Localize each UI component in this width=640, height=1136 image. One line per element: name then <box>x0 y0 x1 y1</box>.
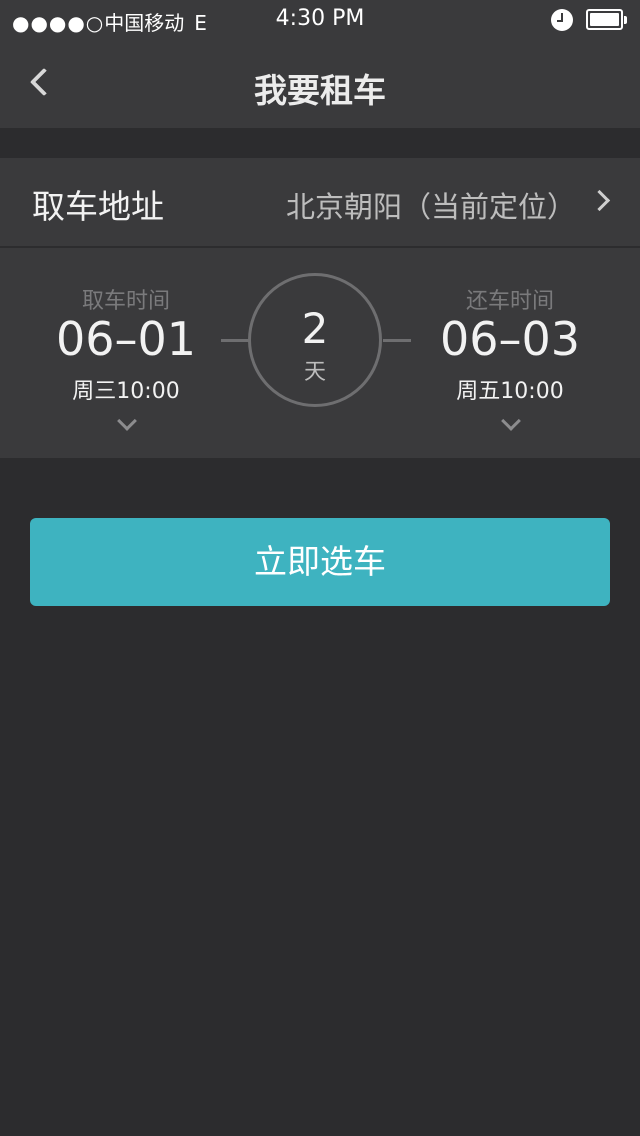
return-time-selector[interactable]: 还车时间 06–03 周五10:00 <box>390 248 630 458</box>
battery-full-icon <box>586 9 627 30</box>
return-date: 06–03 <box>439 312 581 366</box>
return-day-time: 周五10:00 <box>456 379 564 404</box>
pickup-address-label: 取车地址 <box>32 187 164 226</box>
status-time: 4:30 PM <box>275 6 365 31</box>
rental-days-unit: 天 <box>303 360 326 385</box>
pickup-address-row[interactable]: 取车地址 北京朝阳（当前定位） <box>0 158 640 246</box>
choose-car-label: 立即选车 <box>254 542 386 581</box>
rental-days-number: 2 <box>301 304 329 353</box>
page-title: 我要租车 <box>254 71 386 110</box>
pickup-time-caption: 取车时间 <box>81 289 170 314</box>
chevron-down-icon <box>117 411 137 431</box>
pickup-address-value: 北京朝阳（当前定位） <box>285 190 576 224</box>
pickup-day-time: 周三10:00 <box>72 379 180 404</box>
connector-line-right <box>383 339 411 342</box>
connector-line-left <box>221 339 249 342</box>
chevron-down-icon <box>501 411 521 431</box>
return-time-caption: 还车时间 <box>465 289 554 314</box>
pickup-date: 06–01 <box>55 312 197 366</box>
chevron-right-icon <box>588 189 611 212</box>
navigation-bar: 我要租车 <box>0 40 640 128</box>
choose-car-button[interactable]: 立即选车 <box>30 518 610 606</box>
rent-car-screen: ●●●●○中国移动 E 4:30 PM 我要租车 取车地址 北京朝阳（当前定位） … <box>0 0 640 1136</box>
alarm-clock-icon <box>551 9 573 31</box>
rental-duration-circle: 2 天 <box>248 273 382 407</box>
status-bar: ●●●●○中国移动 E 4:30 PM <box>0 0 640 40</box>
pickup-time-selector[interactable]: 取车时间 06–01 周三10:00 <box>6 248 246 458</box>
top-bar: ●●●●○中国移动 E 4:30 PM 我要租车 <box>0 0 640 128</box>
